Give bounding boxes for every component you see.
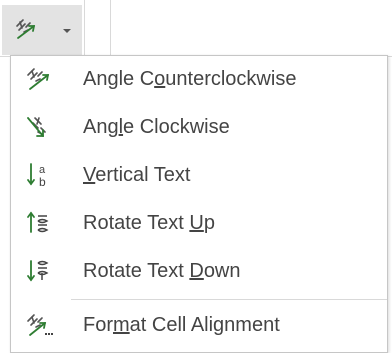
- format-cell-alignment-icon: [27, 314, 53, 336]
- rotate-text-down-icon: [27, 260, 49, 282]
- rotate-text-up-icon: [27, 211, 49, 233]
- menu-item-label: Angle Clockwise: [83, 116, 230, 138]
- menu-item-vertical-text[interactable]: a b Vertical Text: [11, 152, 387, 198]
- menu-item-label: Angle Counterclockwise: [83, 68, 297, 90]
- svg-text:b: b: [39, 175, 46, 188]
- chevron-down-icon: [63, 29, 71, 33]
- menu-item-rotate-text-down[interactable]: Rotate Text Down: [11, 248, 387, 294]
- angle-counterclockwise-icon: [27, 68, 50, 90]
- column-gridline: [110, 0, 111, 56]
- orientation-icon: [16, 19, 36, 39]
- vertical-text-icon: a b: [27, 163, 46, 188]
- menu-separator: [71, 299, 387, 300]
- column-gridline: [84, 0, 85, 56]
- orientation-button[interactable]: [2, 5, 82, 55]
- menu-item-label: Vertical Text: [83, 164, 191, 186]
- angle-clockwise-icon: [27, 117, 46, 137]
- menu-item-format-cell-alignment[interactable]: Format Cell Alignment: [11, 302, 387, 348]
- orientation-dropdown-menu: Angle Counterclockwise Angle Clockwise a…: [10, 55, 388, 353]
- menu-item-angle-counterclockwise[interactable]: Angle Counterclockwise: [11, 56, 387, 102]
- menu-item-label: Rotate Text Up: [83, 212, 215, 234]
- menu-item-rotate-text-up[interactable]: Rotate Text Up: [11, 200, 387, 246]
- menu-item-label: Rotate Text Down: [83, 260, 241, 282]
- menu-item-angle-clockwise[interactable]: Angle Clockwise: [11, 104, 387, 150]
- menu-item-label: Format Cell Alignment: [83, 314, 280, 336]
